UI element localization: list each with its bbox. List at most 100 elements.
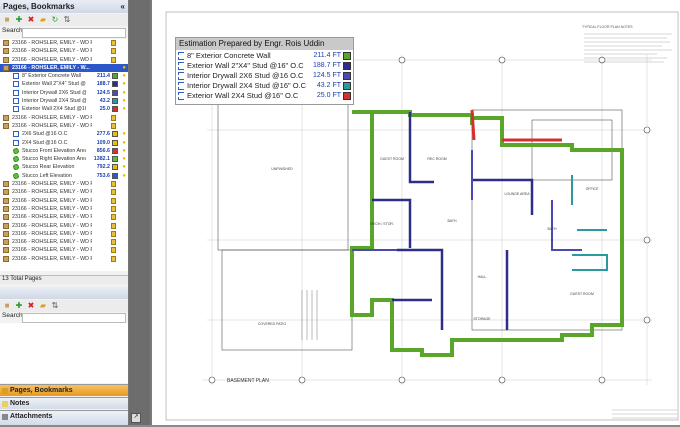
page-icon <box>3 56 9 63</box>
tree-row-page[interactable]: 23166 - ROHSLER, EMILY - WD FINAL - 2023… <box>0 114 128 122</box>
tree-row-page[interactable]: 23166 - ROHSLER, EMILY - WD FINAL - 2023… <box>0 222 128 230</box>
tree-row-area[interactable]: Stucco Rear Elevation 792.2 ● <box>0 163 128 171</box>
page-icon <box>3 48 9 55</box>
visibility-bulb-icon[interactable]: ● <box>122 80 126 88</box>
tree-row-page[interactable]: 23166 - ROHSLER, EMILY - WD FINAL - 2023… <box>0 197 128 205</box>
tree-row-measurement[interactable]: 8" Exterior Concrete Wall 211.4 ● <box>0 72 128 80</box>
lock-icon <box>111 181 116 188</box>
bookmark-add-icon[interactable]: ■ <box>3 302 11 310</box>
delete-icon[interactable]: ✖ <box>27 16 35 24</box>
legend-item: Interior Drywall 2X6 Stud @16 O.C 124.5 F… <box>176 71 353 81</box>
measure-icon <box>13 106 19 113</box>
measure-icon <box>178 82 184 90</box>
room-label: LOUNGE AREA <box>504 192 530 196</box>
tab-attachments[interactable]: Attachments <box>0 410 128 425</box>
color-swatch[interactable] <box>112 106 118 113</box>
measure-icon <box>13 98 19 105</box>
visibility-bulb-icon[interactable]: ● <box>122 105 126 113</box>
color-swatch[interactable] <box>112 98 118 105</box>
tree-row-measurement[interactable]: Exterior Wall 2X4 Stud @16... 25.0 ● <box>0 105 128 113</box>
color-swatch[interactable] <box>112 147 118 154</box>
visibility-bulb-icon[interactable]: ● <box>122 163 126 171</box>
visibility-bulb-icon[interactable]: ● <box>122 97 126 105</box>
secondary-toolbar: ■ ✚ ✖ ▰ ⇅ <box>0 300 128 312</box>
bookmark-add-icon[interactable]: ■ <box>3 16 11 24</box>
lock-icon <box>111 230 116 237</box>
room-label: OFFICE <box>586 187 599 191</box>
page-icon <box>3 239 9 246</box>
legend-title: Estimation Prepared by Engr. Rois Uddin <box>176 38 353 50</box>
tree-row-measurement[interactable]: 2X6 Stud @16 O.C 277.6 ● <box>0 130 128 138</box>
tree-row-page[interactable]: 23166 - ROHSLER, EMILY - WD FINAL - 2023… <box>0 122 128 130</box>
room-label: REC ROOM <box>427 157 446 161</box>
secondary-tree <box>0 323 128 383</box>
room-label: HALL <box>478 275 487 279</box>
color-swatch[interactable] <box>112 81 118 88</box>
tree-row-page-selected[interactable]: 23166 - ROHSLER, EMILY - W... ● <box>0 63 128 73</box>
tree-row-page[interactable]: 23166 - ROHSLER, EMILY - WD FINAL - 2023… <box>0 238 128 246</box>
sort-icon[interactable]: ⇅ <box>63 16 71 24</box>
collapse-icon[interactable]: « <box>121 0 125 13</box>
visibility-bulb-icon[interactable]: ● <box>122 72 126 80</box>
color-swatch[interactable] <box>112 139 118 146</box>
tree-row-page[interactable]: 23166 - ROHSLER, EMILY - WD FINAL - 2023… <box>0 188 128 196</box>
tree-row-page[interactable]: 23166 - ROHSLER, EMILY - WD FINAL - 2023… <box>0 230 128 238</box>
tree-row-page[interactable]: 23166 - ROHSLER, EMILY - WD FINAL - 2023… <box>0 205 128 213</box>
lock-icon <box>111 239 116 246</box>
tab-notes[interactable]: Notes <box>0 397 128 409</box>
tree-row-area[interactable]: Stucco Front Elevation Area 856.6 ● <box>0 147 128 155</box>
lock-icon <box>111 40 116 46</box>
tree-row-page[interactable]: 23166 - ROHSLER, EMILY - WD FINAL - 2023… <box>0 47 128 55</box>
search-input[interactable] <box>22 313 126 323</box>
tree-row-page[interactable]: 23166 - ROHSLER, EMILY - WD FINAL - 2023… <box>0 246 128 254</box>
visibility-bulb-icon[interactable]: ● <box>122 89 126 97</box>
folder-icon[interactable]: ▰ <box>39 16 47 24</box>
tab-pages-bookmarks[interactable]: Pages, Bookmarks <box>0 384 128 396</box>
measure-icon <box>178 92 184 100</box>
room-label: COVERED PATIO <box>258 322 287 326</box>
page-icon <box>3 181 9 188</box>
bookmark-icon <box>2 388 8 394</box>
add-icon[interactable]: ✚ <box>15 302 23 310</box>
refresh-icon[interactable]: ↻ <box>51 16 59 24</box>
room-label: GUEST ROOM <box>570 292 594 296</box>
color-swatch[interactable] <box>112 73 118 80</box>
paperclip-icon <box>2 414 8 420</box>
sort-icon[interactable]: ⇅ <box>51 302 59 310</box>
folder-icon[interactable]: ▰ <box>39 302 47 310</box>
search-input[interactable] <box>22 28 126 38</box>
color-swatch[interactable] <box>112 164 118 171</box>
color-swatch[interactable] <box>112 131 118 138</box>
room-label: STORAGE <box>473 317 491 321</box>
add-icon[interactable]: ✚ <box>15 16 23 24</box>
tree-row-measurement[interactable]: 2X4 Stud @16 O.C 109.0 ● <box>0 139 128 147</box>
visibility-bulb-icon[interactable]: ● <box>122 147 126 155</box>
measure-icon <box>178 62 184 70</box>
tree-row-page[interactable]: 23166 - ROHSLER, EMILY - WD FINAL - 2023… <box>0 255 128 263</box>
visibility-bulb-icon[interactable]: ● <box>122 130 126 138</box>
tree-row-area[interactable]: Stucco Right Elevation Area 1382.1 ● <box>0 155 128 163</box>
room-label: BATH <box>547 227 557 231</box>
visibility-bulb-icon[interactable]: ● <box>122 64 126 72</box>
tree-row-page[interactable]: 23166 - ROHSLER, EMILY - WD FINAL - 2023… <box>0 180 128 188</box>
bookmark-tree: 23166 - ROHSLER, EMILY - WD FINAL - 2023… <box>0 39 128 271</box>
visibility-bulb-icon[interactable]: ● <box>122 172 126 180</box>
tree-row-area[interactable]: Stucco Left Elevation 753.6 ● <box>0 172 128 180</box>
color-swatch[interactable] <box>112 156 118 163</box>
secondary-search-row: Search: <box>0 312 128 323</box>
tree-row-page[interactable]: 23166 - ROHSLER, EMILY - WD FINAL - 2023… <box>0 56 128 64</box>
color-swatch[interactable] <box>112 89 118 96</box>
bookmarks-sidebar: Pages, Bookmarks « ■ ✚ ✖ ▰ ↻ ⇅ Search: 2… <box>0 0 129 425</box>
color-swatch[interactable] <box>112 172 118 179</box>
tree-row-measurement[interactable]: Interior Drywall 2X4 Stud @... 43.2 ● <box>0 97 128 105</box>
measure-icon <box>178 52 184 60</box>
legend-swatch <box>343 72 351 80</box>
visibility-bulb-icon[interactable]: ● <box>122 155 126 163</box>
visibility-bulb-icon[interactable]: ● <box>122 139 126 147</box>
resize-grip-icon[interactable]: ↗ <box>131 413 141 423</box>
tree-row-page[interactable]: 23166 - ROHSLER, EMILY - WD FINAL - 2023… <box>0 39 128 47</box>
tree-row-page[interactable]: 23166 - ROHSLER, EMILY - WD FINAL - 2023… <box>0 213 128 221</box>
tree-row-measurement[interactable]: Interior Drywall 2X6 Stud @... 124.5 ● <box>0 89 128 97</box>
tree-row-measurement[interactable]: Exterior Wall 2"X4" Stud @... 188.7 ● <box>0 80 128 88</box>
delete-icon[interactable]: ✖ <box>27 302 35 310</box>
